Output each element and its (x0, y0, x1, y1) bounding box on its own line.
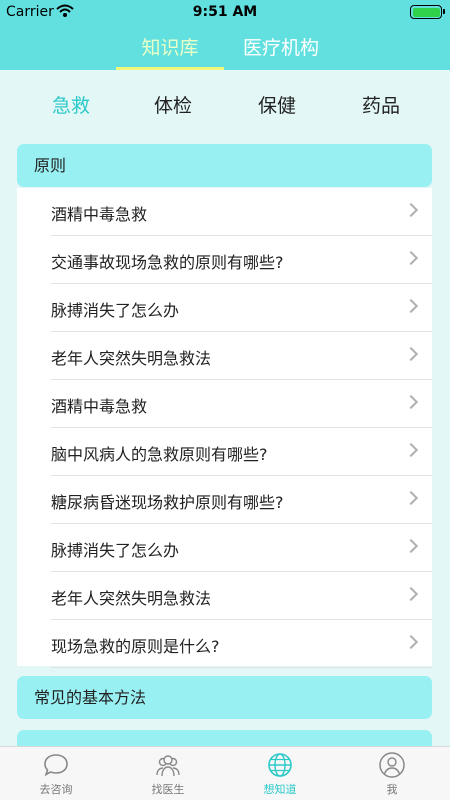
list-item-label: 酒精中毒急救 (51, 397, 148, 416)
list-item-label: 交通事故现场急救的原则有哪些? (51, 253, 284, 272)
globe-icon (268, 753, 292, 777)
list-item[interactable]: 脉搏消失了怎么办 (17, 284, 432, 332)
status-time: 9:51 AM (192, 4, 258, 20)
list-item[interactable]: 脑中风病人的急救原则有哪些? (17, 428, 432, 476)
list-item-label: 老年人突然失明急救法 (51, 349, 212, 368)
chevron-right-icon (403, 394, 419, 410)
list-item-label: 糖尿病昏迷现场救护原则有哪些? (51, 493, 284, 512)
bottom-tab-find-doctor-label: 找医生 (151, 783, 185, 796)
tab-medical-institutions-label: 医疗机构 (242, 37, 319, 59)
category-tab-health-care[interactable]: 保健 (242, 91, 312, 118)
list-item-label: 现场急救的原则是什么? (51, 637, 220, 656)
list-item[interactable]: 脉搏消失了怎么办 (17, 524, 432, 572)
chevron-right-icon (403, 202, 419, 218)
chat-bubble-icon (44, 754, 68, 777)
bottom-tab-bar: 去咨询 找医生 想知道 我 (0, 746, 450, 800)
list-item-label: 脉搏消失了怎么办 (51, 301, 180, 320)
list-item-label: 老年人突然失明急救法 (51, 589, 212, 608)
chevron-right-icon (403, 250, 419, 266)
list-item-label: 酒精中毒急救 (51, 205, 148, 224)
section-header-principles[interactable]: 原则 (17, 144, 432, 187)
bottom-tab-find-doctor[interactable]: 找医生 (112, 747, 224, 800)
list-item[interactable]: 酒精中毒急救 (17, 188, 432, 236)
chevron-right-icon (403, 346, 419, 362)
list-item[interactable]: 糖尿病昏迷现场救护原则有哪些? (17, 476, 432, 524)
list-item-label: 脑中风病人的急救原则有哪些? (51, 445, 268, 464)
category-tabs: 急救 体检 保健 药品 (0, 70, 450, 136)
chevron-right-icon (403, 538, 419, 554)
list-item-label: 脉搏消失了怎么办 (51, 541, 180, 560)
top-nav: 知识库 医疗机构 (0, 24, 450, 70)
battery-icon (410, 5, 445, 19)
principles-list: 酒精中毒急救 交通事故现场急救的原则有哪些? 脉搏消失了怎么办 老年人突然失明急… (17, 188, 432, 668)
chevron-right-icon (403, 298, 419, 314)
tab-knowledge-base[interactable]: 知识库 (116, 33, 224, 70)
chevron-right-icon (403, 442, 419, 458)
bottom-tab-want-to-know-label: 想知道 (263, 783, 297, 796)
main-content[interactable]: 急救 体检 保健 药品 原则 酒精中毒急救 交通事故现场急救的原则有哪些? 脉搏… (0, 70, 450, 746)
chevron-right-icon (403, 586, 419, 602)
tab-medical-institutions[interactable]: 医疗机构 (236, 33, 326, 70)
bottom-tab-consult[interactable]: 去咨询 (0, 747, 112, 800)
list-item[interactable]: 老年人突然失明急救法 (17, 332, 432, 380)
section-header-basic-methods[interactable]: 常见的基本方法 (17, 676, 432, 719)
chevron-right-icon (403, 490, 419, 506)
doctors-icon (156, 755, 180, 777)
section-header-next[interactable] (17, 730, 432, 746)
list-item[interactable]: 现场急救的原则是什么? (17, 620, 432, 668)
list-item[interactable]: 老年人突然失明急救法 (17, 572, 432, 620)
list-item[interactable]: 交通事故现场急救的原则有哪些? (17, 236, 432, 284)
bottom-tab-me[interactable]: 我 (336, 747, 448, 800)
status-bar: Carrier 9:51 AM (0, 0, 450, 24)
list-item[interactable]: 酒精中毒急救 (17, 380, 432, 428)
category-tab-medicine[interactable]: 药品 (346, 91, 416, 118)
tab-knowledge-base-label: 知识库 (141, 37, 199, 59)
chevron-right-icon (403, 634, 419, 650)
user-profile-icon (379, 752, 405, 778)
bottom-tab-consult-label: 去咨询 (39, 783, 73, 796)
bottom-tab-me-label: 我 (386, 783, 398, 796)
divider (51, 667, 432, 668)
category-tab-first-aid[interactable]: 急救 (36, 91, 106, 118)
bottom-tab-want-to-know[interactable]: 想知道 (224, 747, 336, 800)
category-tab-checkup[interactable]: 体检 (138, 91, 208, 118)
